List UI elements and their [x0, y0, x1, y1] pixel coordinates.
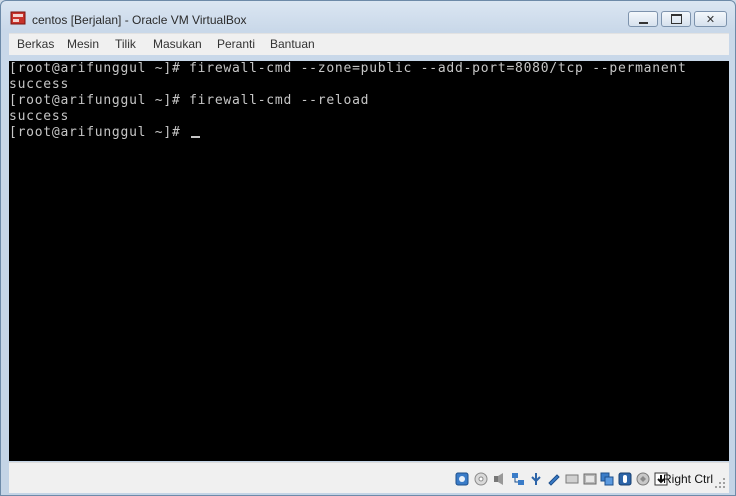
- mouse-integration-icon[interactable]: [618, 472, 632, 486]
- minimize-button[interactable]: [628, 11, 658, 27]
- host-key-label: Right Ctrl: [663, 472, 714, 486]
- menu-masukan[interactable]: Masukan: [153, 37, 202, 51]
- menu-peranti[interactable]: Peranti: [217, 37, 255, 51]
- network-icon[interactable]: [511, 472, 525, 486]
- terminal-prompt-line: [root@arifunggul ~]#: [9, 125, 201, 141]
- terminal-line: [root@arifunggul ~]# firewall-cmd --zone…: [9, 61, 687, 76]
- display-icon[interactable]: [565, 472, 579, 486]
- maximize-icon: [670, 14, 682, 24]
- minimize-icon: [638, 19, 648, 24]
- virtualization-icon[interactable]: [600, 472, 614, 486]
- menu-bantuan[interactable]: Bantuan: [270, 37, 315, 51]
- maximize-button[interactable]: [661, 11, 691, 27]
- hard-disk-icon[interactable]: [455, 472, 469, 486]
- menu-tilik[interactable]: Tilik: [115, 37, 136, 51]
- text-cursor: [191, 136, 201, 138]
- cpu-icon[interactable]: [636, 472, 650, 486]
- virtualbox-window: centos [Berjalan] - Oracle VM VirtualBox…: [0, 0, 736, 496]
- usb-icon[interactable]: [529, 472, 543, 486]
- optical-drive-icon[interactable]: [474, 472, 488, 486]
- terminal-prompt: [root@arifunggul ~]#: [9, 125, 190, 140]
- close-button[interactable]: ✕: [694, 11, 727, 27]
- menu-berkas[interactable]: Berkas: [17, 37, 54, 51]
- status-bar: Right Ctrl: [9, 462, 729, 493]
- shared-folders-icon[interactable]: [547, 472, 561, 486]
- vm-display[interactable]: [root@arifunggul ~]# firewall-cmd --zone…: [9, 61, 729, 461]
- menu-bar: Berkas Mesin Tilik Masukan Peranti Bantu…: [9, 33, 729, 55]
- video-capture-icon[interactable]: [583, 472, 597, 486]
- close-icon: ✕: [705, 13, 716, 26]
- title-bar[interactable]: centos [Berjalan] - Oracle VM VirtualBox…: [1, 1, 735, 33]
- terminal-line: success: [9, 77, 70, 92]
- window-title: centos [Berjalan] - Oracle VM VirtualBox: [32, 13, 247, 27]
- terminal-line: success: [9, 109, 70, 124]
- audio-icon[interactable]: [493, 472, 507, 486]
- menu-mesin[interactable]: Mesin: [67, 37, 99, 51]
- terminal-line: [root@arifunggul ~]# firewall-cmd --relo…: [9, 93, 370, 108]
- resize-grip-icon[interactable]: [714, 477, 726, 489]
- virtualbox-app-icon: [10, 11, 26, 25]
